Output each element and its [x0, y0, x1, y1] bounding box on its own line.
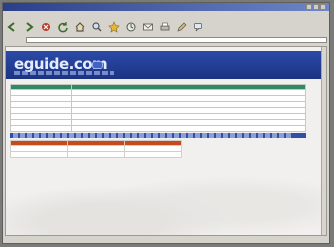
favorites-icon — [108, 21, 120, 33]
history-button[interactable] — [124, 20, 138, 34]
browser-window: eguide.com — [2, 2, 330, 244]
status-bar — [5, 237, 327, 243]
address-input[interactable] — [26, 37, 327, 43]
edit-icon — [177, 22, 187, 32]
mail-icon — [143, 23, 153, 31]
table-value — [71, 125, 306, 132]
edit-button[interactable] — [175, 20, 189, 34]
logo-badge-icon — [92, 61, 103, 69]
table-cell — [67, 151, 125, 158]
search-button[interactable] — [90, 20, 104, 34]
forward-button[interactable] — [22, 20, 36, 34]
page-viewport: eguide.com — [5, 46, 327, 236]
menu-bar — [5, 12, 35, 18]
mail-button[interactable] — [141, 20, 155, 34]
favorites-button[interactable] — [107, 20, 121, 34]
vertical-scrollbar[interactable] — [321, 47, 326, 235]
close-button[interactable] — [320, 4, 326, 10]
info-table — [10, 84, 306, 132]
title-bar[interactable] — [3, 3, 329, 11]
site-banner: eguide.com — [6, 51, 326, 79]
print-icon — [160, 22, 170, 31]
toolbar — [5, 19, 327, 35]
search-icon — [92, 22, 102, 32]
results-table — [10, 140, 182, 158]
minimize-button[interactable] — [306, 4, 312, 10]
banner-subtitle — [14, 71, 114, 75]
stop-button[interactable] — [39, 20, 53, 34]
background-illustration — [6, 159, 326, 235]
refresh-icon — [58, 22, 68, 33]
stop-icon — [42, 23, 50, 31]
print-button[interactable] — [158, 20, 172, 34]
home-button[interactable] — [73, 20, 87, 34]
table-row — [10, 125, 306, 132]
history-icon — [126, 22, 136, 32]
maximize-button[interactable] — [313, 4, 319, 10]
table-row — [10, 151, 182, 158]
discuss-icon — [194, 23, 202, 32]
section-title — [13, 133, 293, 138]
discuss-button[interactable] — [192, 20, 206, 34]
window-controls — [306, 4, 326, 10]
forward-icon — [26, 22, 34, 32]
refresh-button[interactable] — [56, 20, 70, 34]
section-header-bar — [10, 133, 306, 138]
home-icon — [75, 22, 85, 32]
table-key — [10, 125, 72, 132]
table-cell[interactable] — [10, 151, 68, 158]
table-cell[interactable] — [124, 151, 182, 158]
back-button[interactable] — [5, 20, 19, 34]
back-icon — [7, 22, 15, 32]
address-bar — [5, 36, 327, 44]
